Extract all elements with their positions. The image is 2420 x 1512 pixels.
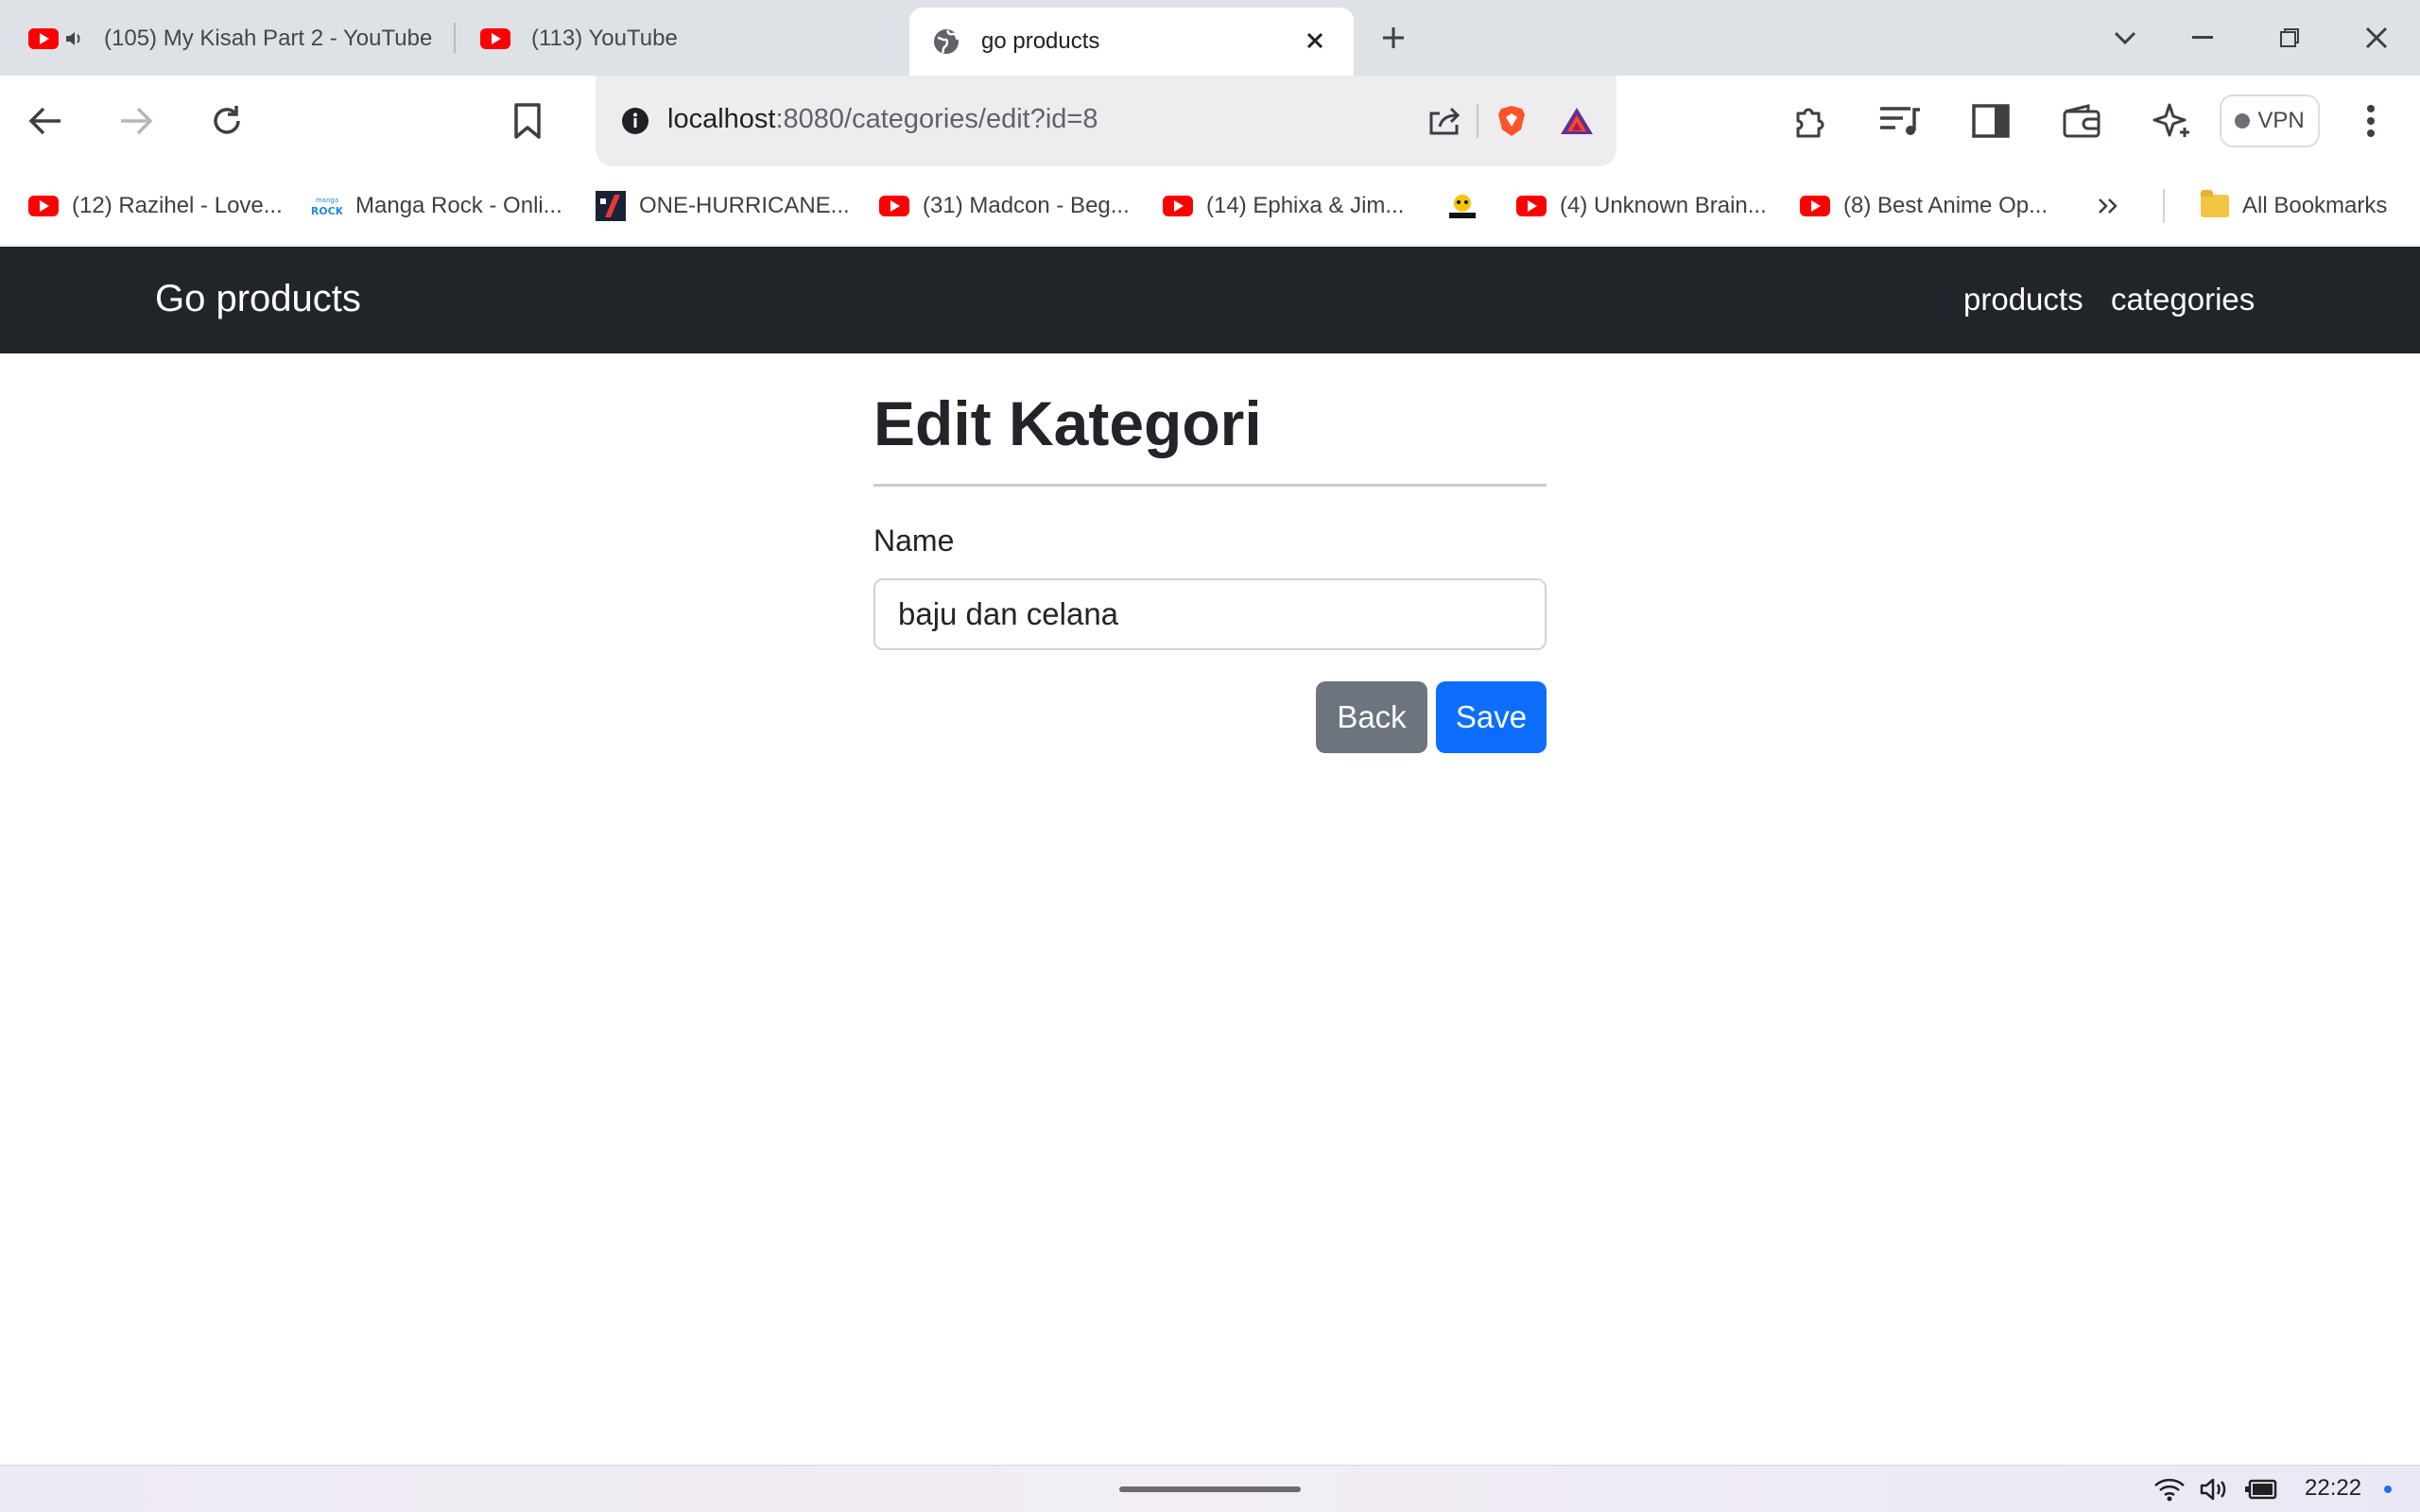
bookmark-item[interactable]: (12) Razihel - Love...	[28, 187, 283, 225]
youtube-icon	[28, 28, 59, 49]
address-bar[interactable]: localhost:8080/categories/edit?id=8	[596, 76, 1616, 166]
youtube-icon	[480, 28, 510, 49]
site-navbar: Go products products categories	[0, 247, 2420, 353]
bookmark-item[interactable]: (31) Madcon - Beg...	[879, 187, 1130, 225]
bookmark-label: (12) Razihel - Love...	[72, 193, 283, 218]
vpn-status-icon	[2235, 113, 2251, 129]
bookmark-label: ONE-HURRICANE...	[639, 193, 850, 218]
name-label: Name	[873, 524, 955, 558]
restore-icon[interactable]	[2271, 19, 2308, 57]
bookmark-label: Manga Rock - Onli...	[355, 193, 562, 218]
globe-icon	[932, 27, 960, 56]
page-title: Edit Kategori	[873, 388, 1262, 458]
tab-youtube[interactable]: (113) YouTube	[480, 8, 877, 70]
back-button[interactable]: Back	[1316, 681, 1427, 753]
brave-shields-icon[interactable]	[1483, 93, 1540, 149]
bookmarks-overflow-icon[interactable]	[2097, 187, 2119, 225]
tab-strip: (105) My Kisah Part 2 - YouTube (113) Yo…	[0, 0, 2420, 76]
bookmark-icon[interactable]	[499, 93, 556, 149]
name-input[interactable]: baju dan celana	[873, 578, 1547, 650]
close-tab-icon[interactable]	[1301, 26, 1329, 55]
all-bookmarks-button[interactable]: All Bookmarks	[2201, 187, 2387, 225]
folder-icon	[2201, 190, 2229, 217]
svg-text:ROCK: ROCK	[312, 205, 342, 216]
bookmark-label: (31) Madcon - Beg...	[923, 193, 1130, 218]
tab-title: go products	[981, 28, 1100, 54]
bookmark-item[interactable]	[1446, 187, 1492, 225]
url-text[interactable]: localhost:8080/categories/edit?id=8	[667, 104, 1098, 135]
tab-go-products[interactable]: go products	[909, 8, 1354, 76]
bookmark-item[interactable]: manga ROCK Manga Rock - Onli...	[312, 187, 562, 225]
home-gesture-bar[interactable]	[1119, 1486, 1301, 1492]
navbar-brand[interactable]: Go products	[155, 278, 361, 320]
youtube-icon	[879, 196, 909, 216]
bookmark-item[interactable]: (14) Ephixa & Jim...	[1163, 187, 1404, 225]
sidebar-toggle-icon[interactable]	[1962, 93, 2019, 149]
menu-kebab-icon[interactable]	[2342, 93, 2399, 149]
tab-title: (105) My Kisah Part 2 - YouTube	[104, 26, 433, 51]
volume-icon[interactable]	[2199, 1473, 2229, 1505]
manga-rock-icon: manga ROCK	[312, 196, 342, 216]
forward-arrow-icon[interactable]	[108, 93, 164, 149]
vpn-button[interactable]: VPN	[2220, 94, 2320, 147]
bookmarks-divider	[2163, 189, 2165, 223]
os-shelf: 22:22	[0, 1465, 2420, 1512]
youtube-icon	[1800, 196, 1830, 216]
tab-my-kisah[interactable]: (105) My Kisah Part 2 - YouTube	[28, 8, 444, 70]
vpn-label: VPN	[2257, 108, 2305, 133]
new-tab-icon[interactable]	[1374, 19, 1412, 57]
bookmark-item[interactable]: (8) Best Anime Op...	[1800, 187, 2048, 225]
bookmark-label: (8) Best Anime Op...	[1843, 193, 2048, 218]
share-icon[interactable]	[1416, 93, 1473, 149]
bookmark-item[interactable]: ONE-HURRICANE...	[596, 187, 850, 225]
close-window-icon[interactable]	[2358, 19, 2395, 57]
youtube-icon	[28, 196, 59, 216]
wifi-icon[interactable]	[2153, 1473, 2186, 1505]
bookmark-label: (4) Unknown Brain...	[1560, 193, 1767, 218]
extensions-icon[interactable]	[1781, 93, 1838, 149]
site-info-icon[interactable]	[609, 94, 662, 147]
reload-icon[interactable]	[199, 93, 255, 149]
browser-toolbar: localhost:8080/categories/edit?id=8 VPN	[0, 76, 2420, 166]
youtube-icon	[1163, 196, 1193, 216]
battery-icon[interactable]	[2244, 1473, 2278, 1505]
title-divider	[873, 484, 1547, 487]
leo-ai-icon[interactable]	[2144, 93, 2201, 149]
bookmark-label: (14) Ephixa & Jim...	[1206, 193, 1405, 218]
nav-link-products[interactable]: products	[1963, 282, 2083, 318]
save-button[interactable]: Save	[1436, 681, 1547, 753]
brave-rewards-icon[interactable]	[1548, 93, 1605, 149]
omnibox-divider	[1477, 104, 1478, 138]
anime-logo-icon	[1446, 190, 1478, 222]
clock[interactable]: 22:22	[2305, 1475, 2361, 1502]
bookmark-item[interactable]: (4) Unknown Brain...	[1516, 187, 1767, 225]
playlist-icon[interactable]	[1872, 93, 1928, 149]
speaker-icon[interactable]	[64, 29, 83, 48]
bookmarks-bar: (12) Razihel - Love... manga ROCK Manga R…	[0, 166, 2420, 246]
tab-divider	[454, 23, 456, 53]
one-hurricane-icon	[596, 191, 626, 221]
back-arrow-icon[interactable]	[17, 93, 74, 149]
svg-text:manga: manga	[316, 197, 338, 204]
wallet-icon[interactable]	[2053, 93, 2110, 149]
minimize-icon[interactable]	[2184, 19, 2221, 57]
tab-search-chevron-icon[interactable]	[2106, 19, 2144, 57]
notification-dot-icon	[2384, 1486, 2392, 1493]
all-bookmarks-label: All Bookmarks	[2242, 193, 2388, 218]
nav-link-categories[interactable]: categories	[2111, 282, 2255, 318]
tab-title: (113) YouTube	[531, 26, 678, 51]
youtube-icon	[1516, 196, 1547, 216]
